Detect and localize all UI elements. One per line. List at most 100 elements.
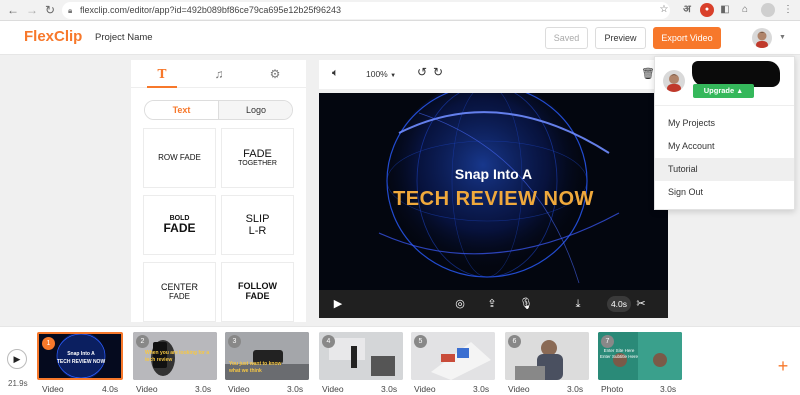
video-canvas[interactable]: Snap Into A TECH REVIEW NOW bbox=[319, 93, 668, 290]
music-tab-icon[interactable]: ♫ bbox=[209, 66, 229, 82]
avatar bbox=[663, 70, 685, 92]
clip-number: 4 bbox=[322, 335, 335, 348]
clip-duration: 3.0s bbox=[287, 384, 304, 394]
clip-caption: When you are looking for a tech review bbox=[145, 350, 210, 363]
clip-number: 6 bbox=[508, 335, 521, 348]
settings-tab-icon[interactable]: ⚙ bbox=[265, 66, 285, 82]
saved-button[interactable]: Saved bbox=[545, 27, 588, 49]
scissors-icon[interactable]: ✂ bbox=[632, 296, 650, 312]
panel-tabs: T ♫ ⚙ bbox=[131, 60, 306, 88]
profile-icon[interactable] bbox=[761, 3, 775, 17]
menu-icon[interactable]: ⋮ bbox=[781, 3, 795, 17]
avatar[interactable] bbox=[752, 28, 772, 48]
url-text: flexclip.com/editor/app?id=492b089bf86ce… bbox=[80, 5, 341, 15]
translate-icon[interactable]: अ bbox=[680, 3, 694, 17]
clip-number: 7 bbox=[601, 335, 614, 348]
flexclip-logo[interactable]: FlexClip bbox=[24, 28, 82, 45]
forward-icon[interactable]: → bbox=[24, 2, 40, 18]
preset-sublabel: TOGETHER bbox=[238, 160, 277, 168]
menu-item-tutorial[interactable]: Tutorial bbox=[655, 158, 794, 181]
preview-button[interactable]: Preview bbox=[595, 27, 646, 49]
timeline: ▶ 21.9s 1 Snap Into A TECH REVIEW NOW Vi… bbox=[0, 326, 800, 395]
timeline-clip-2[interactable]: 2 When you are looking for a tech review bbox=[133, 332, 217, 380]
menu-item-my-account[interactable]: My Account bbox=[655, 135, 794, 158]
split-icon[interactable]: ⤓ bbox=[569, 296, 587, 312]
clip-type: Video bbox=[136, 384, 158, 394]
preset-center-fade[interactable]: CENTER FADE bbox=[143, 262, 216, 322]
puzzle-icon[interactable]: ⌂ bbox=[738, 3, 752, 17]
star-icon[interactable]: ☆ bbox=[657, 3, 671, 17]
clip-caption: Enter Site Here Enter Subtitle Here bbox=[599, 348, 639, 360]
preset-sublabel: FADE bbox=[245, 291, 270, 301]
clip-number: 2 bbox=[136, 335, 149, 348]
clip-type: Video bbox=[414, 384, 436, 394]
preset-bold-fade[interactable]: BOLD FADE bbox=[143, 195, 216, 255]
clip-duration: 3.0s bbox=[195, 384, 212, 394]
clip-type: Video bbox=[42, 384, 64, 394]
clip-duration: 3.0s bbox=[567, 384, 584, 394]
preset-label: ROW FADE bbox=[158, 152, 201, 162]
clip-type: Video bbox=[228, 384, 250, 394]
volume-icon[interactable]: 🔈︎ bbox=[332, 67, 339, 80]
menu-item-sign-out[interactable]: Sign Out bbox=[655, 181, 794, 204]
clip-caption: Snap Into A TECH REVIEW NOW bbox=[56, 351, 106, 365]
back-icon[interactable]: ← bbox=[5, 2, 21, 18]
play-icon[interactable]: ▶ bbox=[329, 296, 347, 312]
clip-caption: You just want to know what we think bbox=[229, 361, 282, 374]
clip-duration: 3.0s bbox=[473, 384, 490, 394]
logo-segment-button[interactable]: Logo bbox=[219, 101, 292, 119]
undo-icon[interactable]: ↺ bbox=[417, 65, 427, 79]
redo-icon[interactable]: ↻ bbox=[433, 65, 443, 79]
add-clip-icon[interactable]: + bbox=[773, 356, 793, 376]
timeline-clip-3[interactable]: 3 You just want to know what we think bbox=[225, 332, 309, 380]
zoom-value: 100% bbox=[366, 69, 388, 79]
upload-icon[interactable]: ⇪ bbox=[483, 296, 501, 312]
text-tab-icon[interactable]: T bbox=[152, 66, 172, 82]
timeline-clip-4[interactable]: 4 bbox=[319, 332, 403, 380]
timeline-clip-5[interactable]: 5 bbox=[411, 332, 495, 380]
reload-icon[interactable]: ↻ bbox=[42, 2, 58, 18]
project-name[interactable]: Project Name bbox=[95, 32, 153, 43]
clip-duration: 3.0s bbox=[381, 384, 398, 394]
zoom-select[interactable]: 100% ▼ bbox=[366, 69, 396, 79]
active-tab-indicator bbox=[147, 86, 177, 88]
rocket-icon: ▲ bbox=[736, 88, 744, 95]
canvas-title-line2[interactable]: TECH REVIEW NOW bbox=[319, 188, 668, 211]
export-video-button[interactable]: Export Video bbox=[653, 27, 721, 49]
preset-sublabel: FADE bbox=[169, 291, 190, 301]
text-segment-button[interactable]: Text bbox=[145, 101, 219, 119]
address-bar[interactable]: 🔒︎ flexclip.com/editor/app?id=492b089bf8… bbox=[62, 2, 670, 19]
timeline-clip-6[interactable]: 6 bbox=[505, 332, 589, 380]
clip-duration: 4.0s bbox=[102, 384, 119, 394]
timeline-clip-7[interactable]: 7 Enter Site Here Enter Subtitle Here bbox=[598, 332, 682, 380]
preset-fade-together[interactable]: FADE TOGETHER bbox=[221, 128, 294, 188]
text-logo-toggle: Text Logo bbox=[144, 100, 293, 120]
preset-label: FADE bbox=[243, 148, 272, 161]
chevron-down-icon[interactable]: ▼ bbox=[779, 34, 786, 41]
preset-slip-lr[interactable]: SLIP L-R bbox=[221, 195, 294, 255]
clip-type: Photo bbox=[601, 384, 624, 394]
divider bbox=[655, 105, 794, 106]
preset-sublabel: L-R bbox=[248, 225, 267, 237]
preset-follow-fade[interactable]: FOLLOW FADE bbox=[221, 262, 294, 322]
extension-icon[interactable]: ● bbox=[700, 3, 714, 17]
clip-number: 5 bbox=[414, 335, 427, 348]
upgrade-label: Upgrade bbox=[703, 86, 735, 95]
timeline-clip-1[interactable]: 1 Snap Into A TECH REVIEW NOW bbox=[37, 332, 123, 380]
microphone-icon[interactable]: 🎙︎ bbox=[517, 296, 535, 312]
preset-label: SLIP bbox=[245, 212, 270, 225]
upgrade-button[interactable]: Upgrade ▲ bbox=[693, 84, 754, 98]
preset-row-fade[interactable]: ROW FADE bbox=[143, 128, 216, 188]
menu-item-my-projects[interactable]: My Projects bbox=[655, 112, 794, 135]
tag-icon[interactable]: ◧ bbox=[718, 3, 732, 17]
clip-duration[interactable]: 4.0s bbox=[607, 296, 631, 312]
clip-number: 3 bbox=[228, 335, 241, 348]
delete-icon[interactable]: 🗑︎ bbox=[641, 67, 655, 80]
text-panel: T ♫ ⚙ Text Logo ROW FADE FADE TOGETHER B… bbox=[131, 60, 306, 322]
lock-icon: 🔒︎ bbox=[68, 6, 73, 15]
play-icon[interactable]: ▶ bbox=[7, 349, 27, 369]
canvas-title-line1[interactable]: Snap Into A bbox=[319, 166, 668, 182]
app-header: FlexClip Project Name Saved Preview Expo… bbox=[0, 21, 800, 55]
globe-icon[interactable]: ◎ bbox=[451, 296, 469, 312]
clip-type: Video bbox=[322, 384, 344, 394]
